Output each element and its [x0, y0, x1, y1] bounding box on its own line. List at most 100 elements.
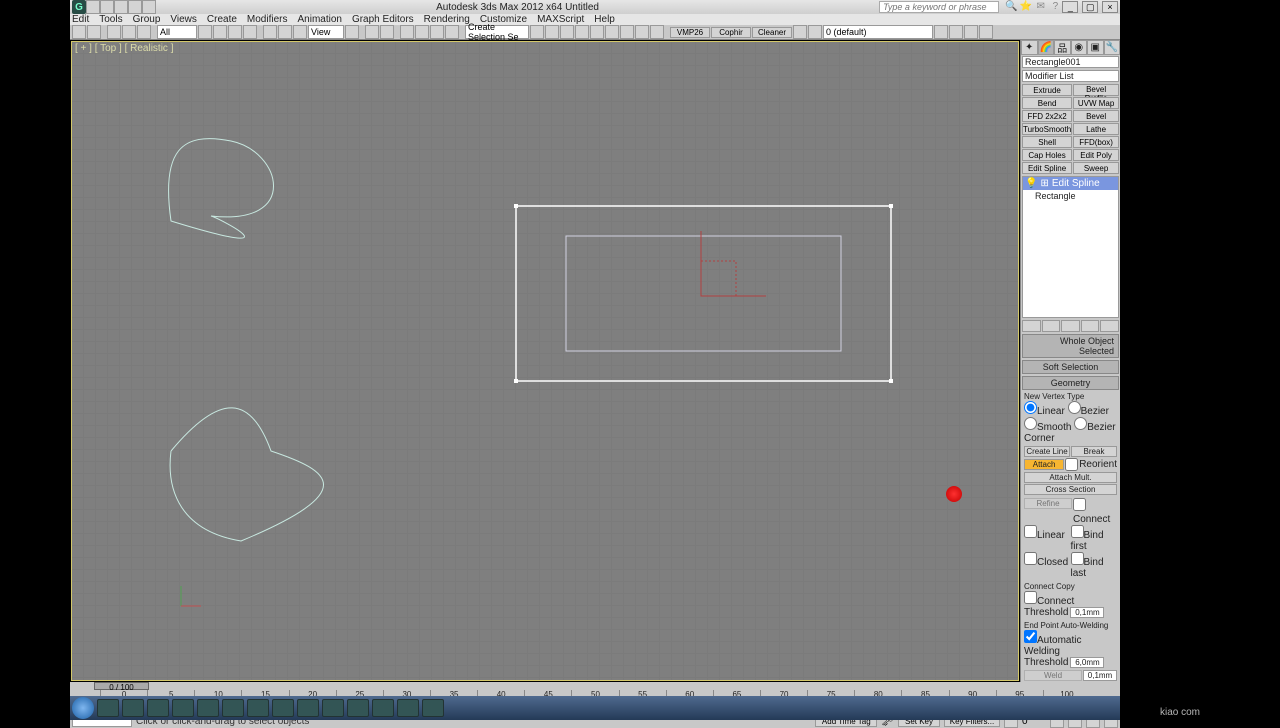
viewport-top[interactable]: [ + ] [ Top ] [ Realistic ]	[70, 40, 1020, 682]
task-3dsmax-icon[interactable]	[272, 699, 294, 717]
task-app1-icon[interactable]	[297, 699, 319, 717]
bind-spacewarp-button[interactable]	[137, 25, 151, 39]
weld-button[interactable]: Weld	[1024, 670, 1082, 681]
layers-button[interactable]	[560, 25, 574, 39]
tab-hierarchy-icon[interactable]: 品	[1054, 40, 1071, 55]
render-preset-btn1[interactable]	[934, 25, 948, 39]
cross-section-button[interactable]: Cross Section	[1024, 484, 1117, 495]
render-button[interactable]	[650, 25, 664, 39]
linear-checkbox[interactable]	[1024, 525, 1037, 538]
modifier-stack[interactable]: 💡⊞Edit Spline Rectangle	[1022, 176, 1119, 318]
make-unique-icon[interactable]	[1061, 320, 1080, 332]
task-chrome-icon[interactable]	[147, 699, 169, 717]
attach-mult-button[interactable]: Attach Mult.	[1024, 472, 1117, 483]
mod-bend[interactable]: Bend	[1022, 97, 1072, 109]
help-icon[interactable]: ?	[1049, 1, 1061, 13]
render-preset-btn2[interactable]	[949, 25, 963, 39]
subscription-icon[interactable]: ⭐	[1020, 1, 1032, 13]
tab-display-icon[interactable]: ▣	[1087, 40, 1104, 55]
remove-mod-icon[interactable]	[1081, 320, 1100, 332]
cc-connect-checkbox[interactable]	[1024, 591, 1037, 604]
plugin-extra-1[interactable]	[793, 25, 807, 39]
render-preset-dropdown[interactable]: 0 (default)	[823, 25, 933, 39]
rendered-frame-button[interactable]	[635, 25, 649, 39]
trackbar[interactable]: 0 / 100	[70, 682, 1120, 690]
time-slider[interactable]: 0 / 100	[94, 682, 149, 690]
rotate-button[interactable]	[278, 25, 292, 39]
close-button[interactable]: ×	[1102, 1, 1118, 13]
rollout-softselection[interactable]: Soft Selection	[1022, 360, 1119, 374]
plugin-extra-2[interactable]	[808, 25, 822, 39]
configure-sets-icon[interactable]	[1100, 320, 1119, 332]
link-button[interactable]	[107, 25, 121, 39]
select-manipulate-button[interactable]	[365, 25, 379, 39]
mod-uvwmap[interactable]: UVW Map	[1073, 97, 1119, 109]
window-crossing-button[interactable]	[243, 25, 257, 39]
task-utorrent-icon[interactable]	[372, 699, 394, 717]
mod-sweep[interactable]: Sweep	[1073, 162, 1119, 174]
windows-taskbar[interactable]	[70, 696, 1120, 720]
task-ie-icon[interactable]	[97, 699, 119, 717]
threshold2-spinner[interactable]: 6,0mm	[1070, 657, 1104, 668]
pin-stack-icon[interactable]	[1022, 320, 1041, 332]
tab-modify-icon[interactable]: 🌈	[1038, 40, 1055, 55]
plugin-cophir-button[interactable]: Cophir	[711, 27, 751, 38]
render-preset-btn3[interactable]	[964, 25, 978, 39]
menu-grapheditors[interactable]: Graph Editors	[352, 14, 414, 25]
keyboard-shortcut-button[interactable]	[380, 25, 394, 39]
refine-button[interactable]: Refine	[1024, 498, 1072, 509]
vtx-bezier-radio[interactable]	[1068, 401, 1081, 414]
render-setup-button[interactable]	[620, 25, 634, 39]
menu-create[interactable]: Create	[207, 14, 237, 25]
task-wmp-icon[interactable]	[122, 699, 144, 717]
qat-new-icon[interactable]	[86, 0, 100, 14]
bindfirst-checkbox[interactable]	[1071, 525, 1084, 538]
minimize-button[interactable]: _	[1062, 1, 1078, 13]
vtx-smooth-radio[interactable]	[1024, 417, 1037, 430]
stack-base[interactable]: Rectangle	[1023, 190, 1118, 202]
task-skype-icon[interactable]	[222, 699, 244, 717]
task-app5-icon[interactable]	[422, 699, 444, 717]
menu-group[interactable]: Group	[133, 14, 161, 25]
vtx-linear-radio[interactable]	[1024, 401, 1037, 414]
named-selection-dropdown[interactable]: Create Selection Se	[465, 25, 529, 39]
render-preset-btn4[interactable]	[979, 25, 993, 39]
mod-editpoly[interactable]: Edit Poly	[1073, 149, 1119, 161]
curve-editor-button[interactable]	[575, 25, 589, 39]
qat-redo-icon[interactable]	[142, 0, 156, 14]
tab-motion-icon[interactable]: ◉	[1071, 40, 1088, 55]
mod-shell[interactable]: Shell	[1022, 136, 1072, 148]
autoweld-checkbox[interactable]	[1024, 630, 1037, 643]
connect-checkbox[interactable]	[1073, 498, 1086, 511]
qat-open-icon[interactable]	[100, 0, 114, 14]
tab-utilities-icon[interactable]: 🔧	[1104, 40, 1121, 55]
bindlast-checkbox[interactable]	[1071, 552, 1084, 565]
menu-rendering[interactable]: Rendering	[424, 14, 470, 25]
spinner-snap-button[interactable]	[445, 25, 459, 39]
task-app4-icon[interactable]	[397, 699, 419, 717]
show-end-icon[interactable]	[1042, 320, 1061, 332]
mod-editspline[interactable]: Edit Spline	[1022, 162, 1072, 174]
reorient-checkbox[interactable]	[1065, 458, 1078, 471]
threshold-spinner[interactable]: 0,1mm	[1070, 607, 1104, 618]
bulb-icon[interactable]: 💡	[1025, 178, 1037, 189]
snap-toggle-button[interactable]	[400, 25, 414, 39]
material-editor-button[interactable]	[605, 25, 619, 39]
exchange-icon[interactable]: ✉	[1035, 1, 1047, 13]
search-input[interactable]	[879, 1, 999, 13]
tab-create-icon[interactable]: ✦	[1021, 40, 1038, 55]
object-name-field[interactable]: Rectangle001	[1022, 56, 1119, 68]
qat-save-icon[interactable]	[114, 0, 128, 14]
refcoord-dropdown[interactable]: View	[308, 25, 344, 39]
mod-extrude[interactable]: Extrude	[1022, 84, 1072, 96]
rollout-geometry[interactable]: Geometry	[1022, 376, 1119, 390]
vtx-beziercorner-radio[interactable]	[1074, 417, 1087, 430]
mod-bevel[interactable]: Bevel	[1073, 110, 1119, 122]
task-app3-icon[interactable]	[347, 699, 369, 717]
unlink-button[interactable]	[122, 25, 136, 39]
select-region-button[interactable]	[228, 25, 242, 39]
menu-tools[interactable]: Tools	[99, 14, 122, 25]
modifier-list-dropdown[interactable]: Modifier List	[1022, 70, 1119, 82]
task-save-icon[interactable]	[172, 699, 194, 717]
attach-button[interactable]: Attach	[1024, 459, 1064, 470]
